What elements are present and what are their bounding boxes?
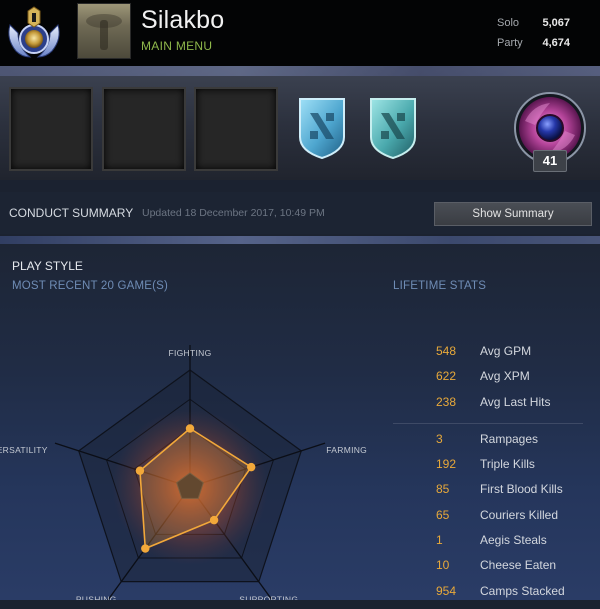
stat-row-triple-kills: 192 Triple Kills [393,457,593,482]
stat-row-couriers: 65 Couriers Killed [393,508,593,533]
conduct-summary-title: CONDUCT SUMMARY [9,206,134,220]
mmr-party-row: Party 4,674 [497,33,597,53]
stat-value: 192 [436,457,457,472]
radar-point-farming [247,462,256,472]
stat-label: Aegis Steals [480,533,547,548]
dota-shield-icon[interactable] [367,95,419,161]
stat-row-aegis: 1 Aegis Steals [393,533,593,558]
lifetime-stats-label: LIFETIME STATS [393,280,487,292]
stat-value: 548 [436,344,457,358]
stat-row-last-hits: 238 Avg Last Hits [393,395,593,420]
stat-row-first-blood: 85 First Blood Kills [393,482,593,507]
radar-label-pushing: PUSHING [76,595,117,600]
play-style-radar-chart: FIGHTING FARMING SUPPORTING PUSHING VERSATIL… [0,345,367,600]
stat-label: Camps Stacked [480,583,565,598]
profile-header: Silakbo MAIN MENU Solo 5,067 Party 4,674 [0,0,600,66]
mmr-solo-row: Solo 5,067 [497,13,597,33]
rank-medal-icon[interactable] [4,3,64,63]
mmr-party-value: 4,674 [542,37,570,49]
stat-label: Cheese Eaten [480,558,557,573]
radar-label-farming: FARMING [326,445,367,455]
stat-value: 65 [436,507,450,522]
play-style-panel: PLAY STYLE MOST RECENT 20 GAME(S) LIFETI… [0,236,600,600]
showcase-slot-3[interactable] [194,87,278,171]
stat-label: Avg GPM [480,344,532,358]
player-name: Silakbo [141,6,225,34]
avatar[interactable] [77,3,131,59]
mmr-party-label: Party [497,37,523,49]
primary-stats: 548 Avg GPM 622 Avg XPM 238 Avg Last Hit… [393,344,593,420]
conduct-summary-bar: CONDUCT SUMMARY Updated 18 December 2017… [0,192,600,234]
stat-label: Avg Last Hits [480,394,551,409]
stat-value: 954 [436,583,457,598]
stat-value: 238 [436,394,457,409]
stat-value: 622 [436,369,457,384]
showcase-slot-2[interactable] [102,87,186,171]
radar-label-versatility: VERSATILITY [0,445,48,455]
stat-label: First Blood Kills [480,482,563,497]
stat-row-camps: 954 Camps Stacked [393,584,593,609]
recent-games-label: MOST RECENT 20 GAME(S) [12,280,169,292]
mmr-solo-value: 5,067 [542,17,570,29]
stat-row-cheese: 10 Cheese Eaten [393,558,593,583]
radar-point-fighting [185,424,195,433]
stat-label: Couriers Killed [480,507,559,522]
stat-row-xpm: 622 Avg XPM [393,369,593,394]
stat-row-gpm: 548 Avg GPM [393,344,593,369]
radar-label-fighting: FIGHTING [168,348,211,358]
radar-point-pushing [141,544,150,553]
showcase-slot-1[interactable] [9,87,93,171]
mmr-block: Solo 5,067 Party 4,674 [497,13,597,53]
conduct-updated-text: Updated 18 December 2017, 10:49 PM [142,207,325,219]
secondary-stats: 3 Rampages 192 Triple Kills 85 First Blo… [393,432,593,609]
stats-divider [393,422,583,424]
stat-value: 3 [436,431,443,446]
level-badge: 41 [533,150,567,172]
radar-label-supporting: SUPPORTING [239,595,298,600]
stat-label: Avg XPM [480,369,530,384]
dota-shield-icon[interactable] [296,95,348,161]
stat-row-rampages: 3 Rampages [393,432,593,457]
show-summary-button[interactable]: Show Summary [434,202,592,226]
main-menu-link[interactable]: MAIN MENU [141,39,212,53]
stat-value: 1 [436,533,443,548]
stat-value: 85 [436,482,450,497]
radar-point-versatility [135,466,145,475]
radar-point-supporting [209,515,219,525]
stat-label: Triple Kills [480,457,535,472]
stat-label: Rampages [480,431,539,446]
lifetime-stats-list: 548 Avg GPM 622 Avg XPM 238 Avg Last Hit… [393,344,593,609]
trophy-showcase [0,66,600,180]
play-style-title: PLAY STYLE [12,259,83,273]
mmr-solo-label: Solo [497,17,520,29]
stat-value: 10 [436,558,450,573]
